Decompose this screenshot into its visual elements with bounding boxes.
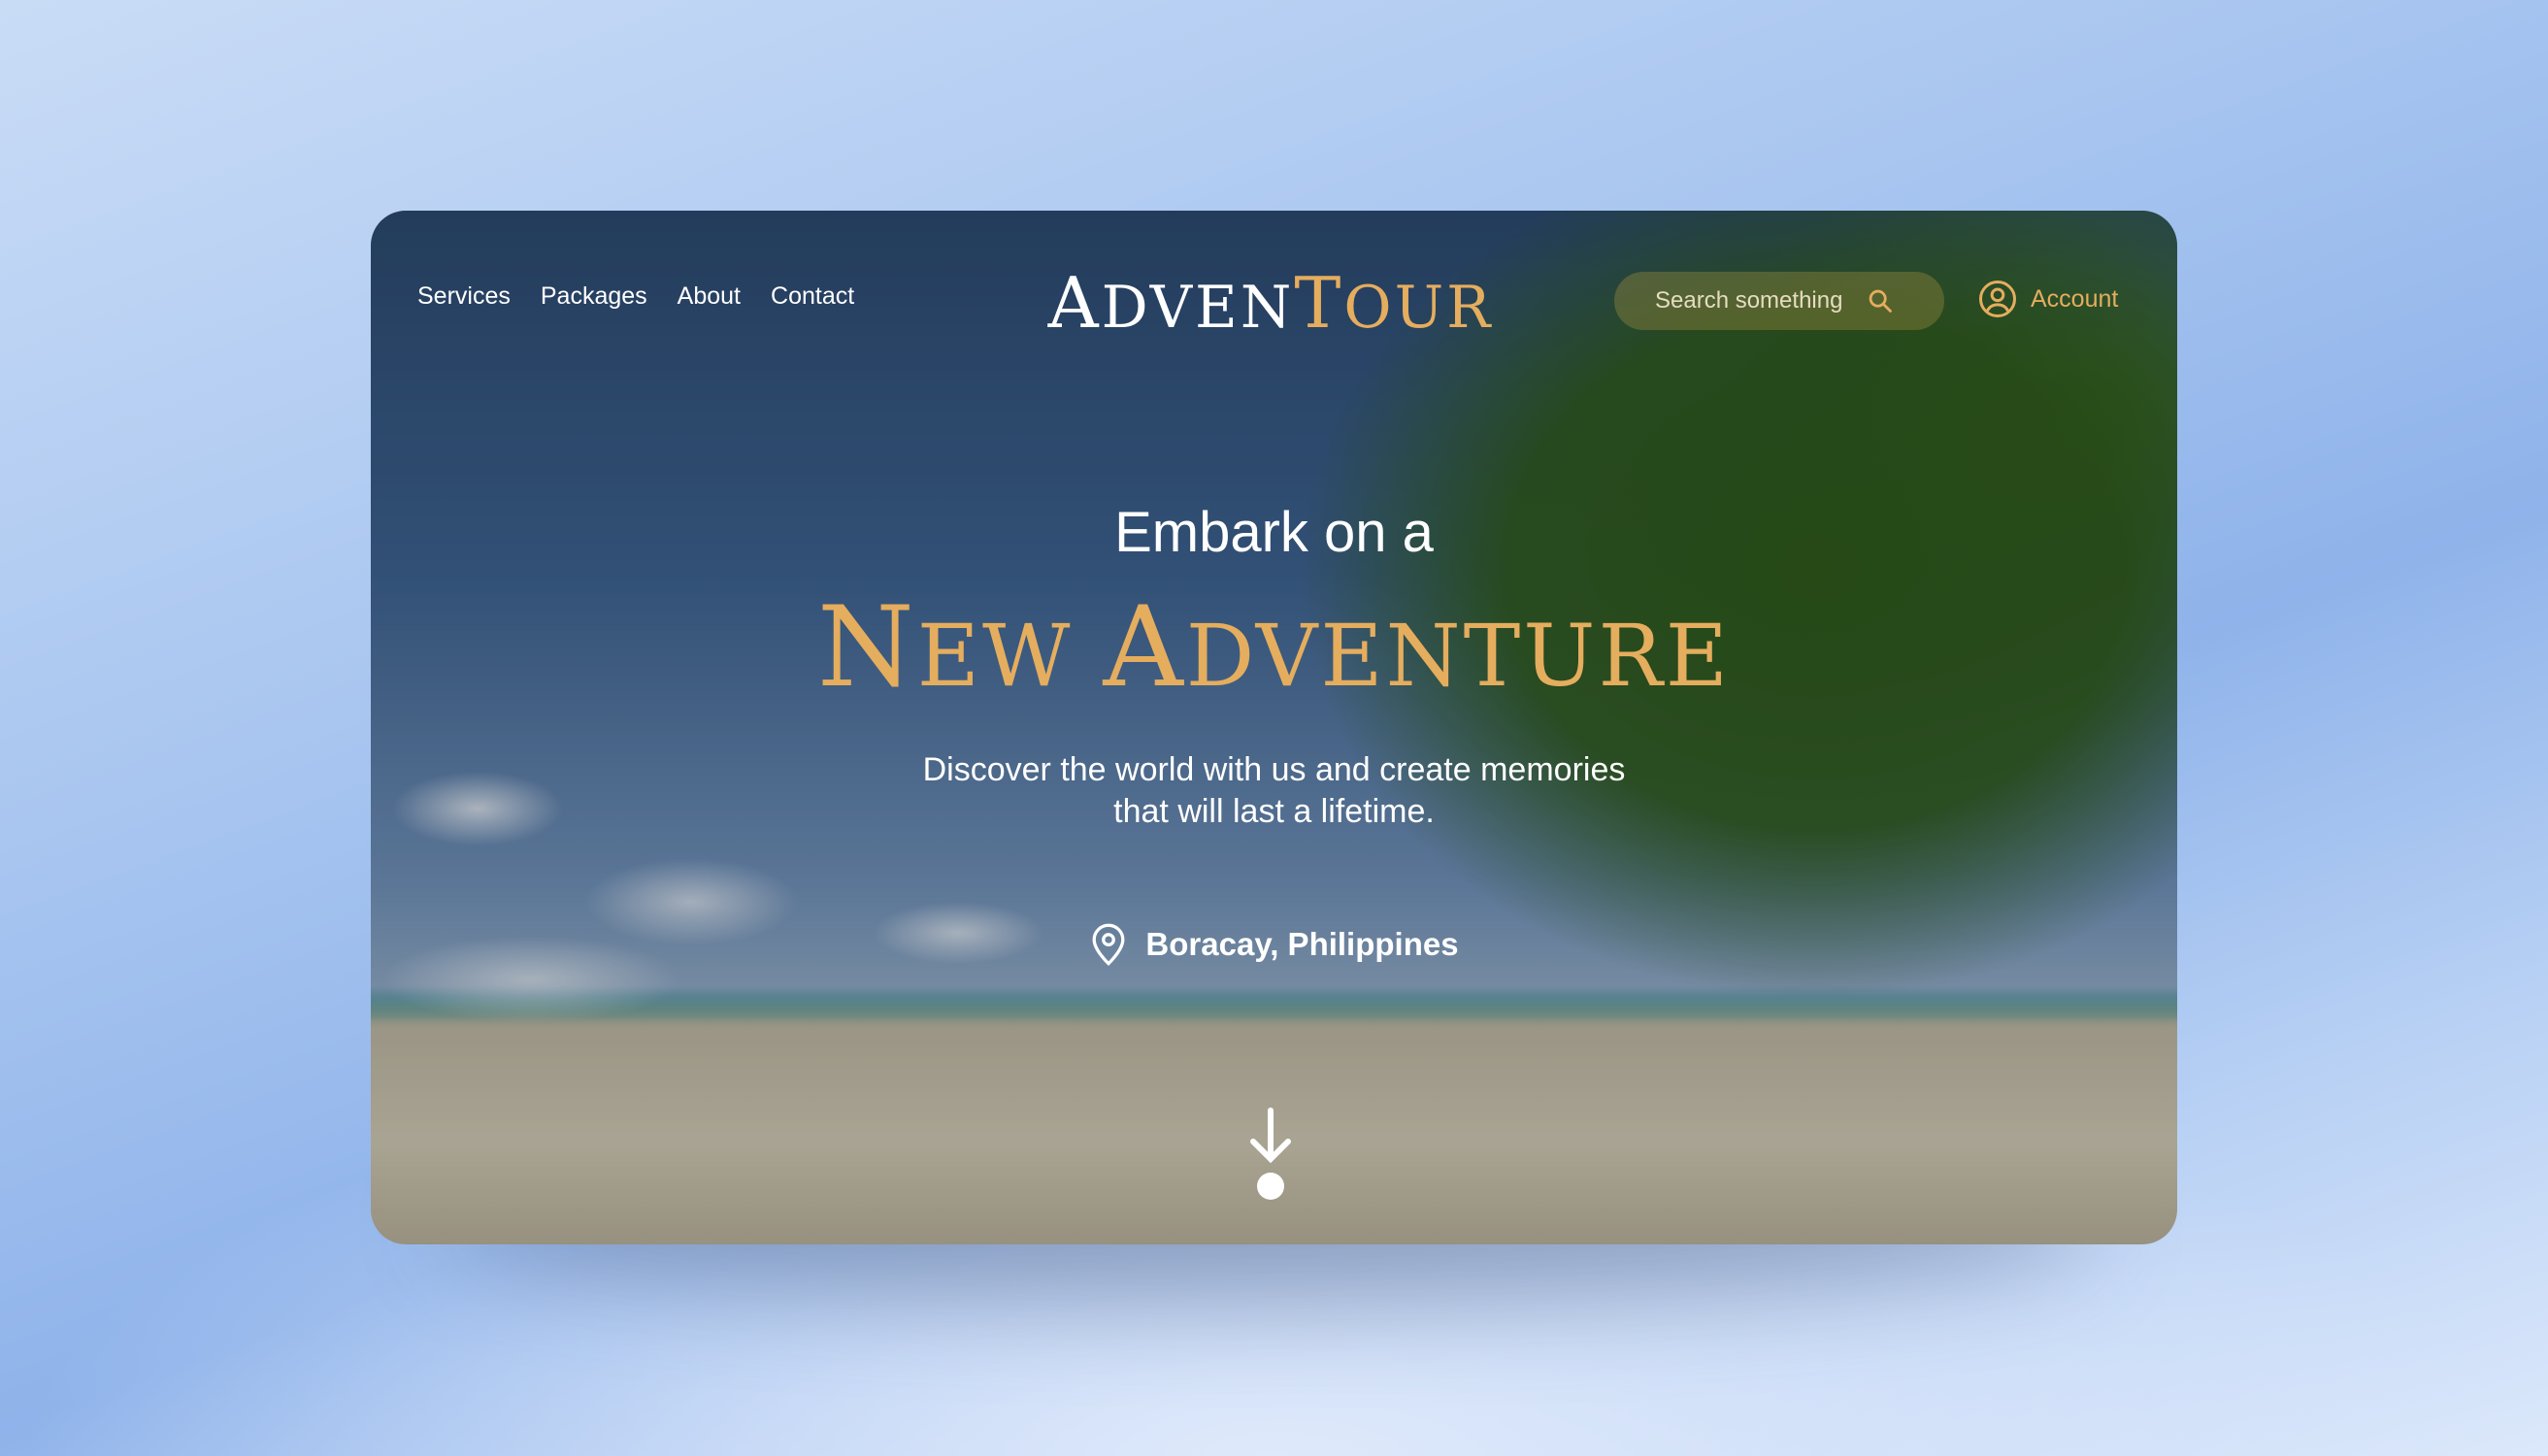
hero-title-line2: NEW ADVENTURE — [817, 582, 1731, 711]
hero-title-line1: Embark on a — [1114, 501, 1434, 564]
search-input[interactable]: Search something — [1614, 272, 1944, 330]
location: Boracay, Philippines — [0, 922, 2548, 967]
logo[interactable]: ADVENTOUR — [1048, 262, 1494, 344]
nav-services[interactable]: Services — [417, 282, 511, 311]
hero-subtitle: Discover the world with us and create me… — [922, 751, 1626, 830]
search-placeholder: Search something — [1655, 287, 1843, 314]
account-label: Account — [2031, 284, 2119, 313]
map-pin-icon — [1092, 923, 1125, 966]
account-button[interactable]: Account — [1978, 280, 2118, 318]
arrow-down-icon[interactable] — [1247, 1107, 1294, 1165]
search-icon[interactable] — [1867, 287, 1894, 314]
location-label: Boracay, Philippines — [1145, 926, 1459, 962]
hero-card — [371, 211, 2177, 1244]
user-circle-icon — [1979, 281, 2016, 317]
nav-packages[interactable]: Packages — [541, 282, 647, 311]
nav-contact[interactable]: Contact — [771, 282, 854, 311]
main-nav: Services Packages About Contact — [417, 282, 854, 311]
nav-about[interactable]: About — [678, 282, 741, 311]
scroll-indicator-dot[interactable] — [1257, 1173, 1284, 1200]
